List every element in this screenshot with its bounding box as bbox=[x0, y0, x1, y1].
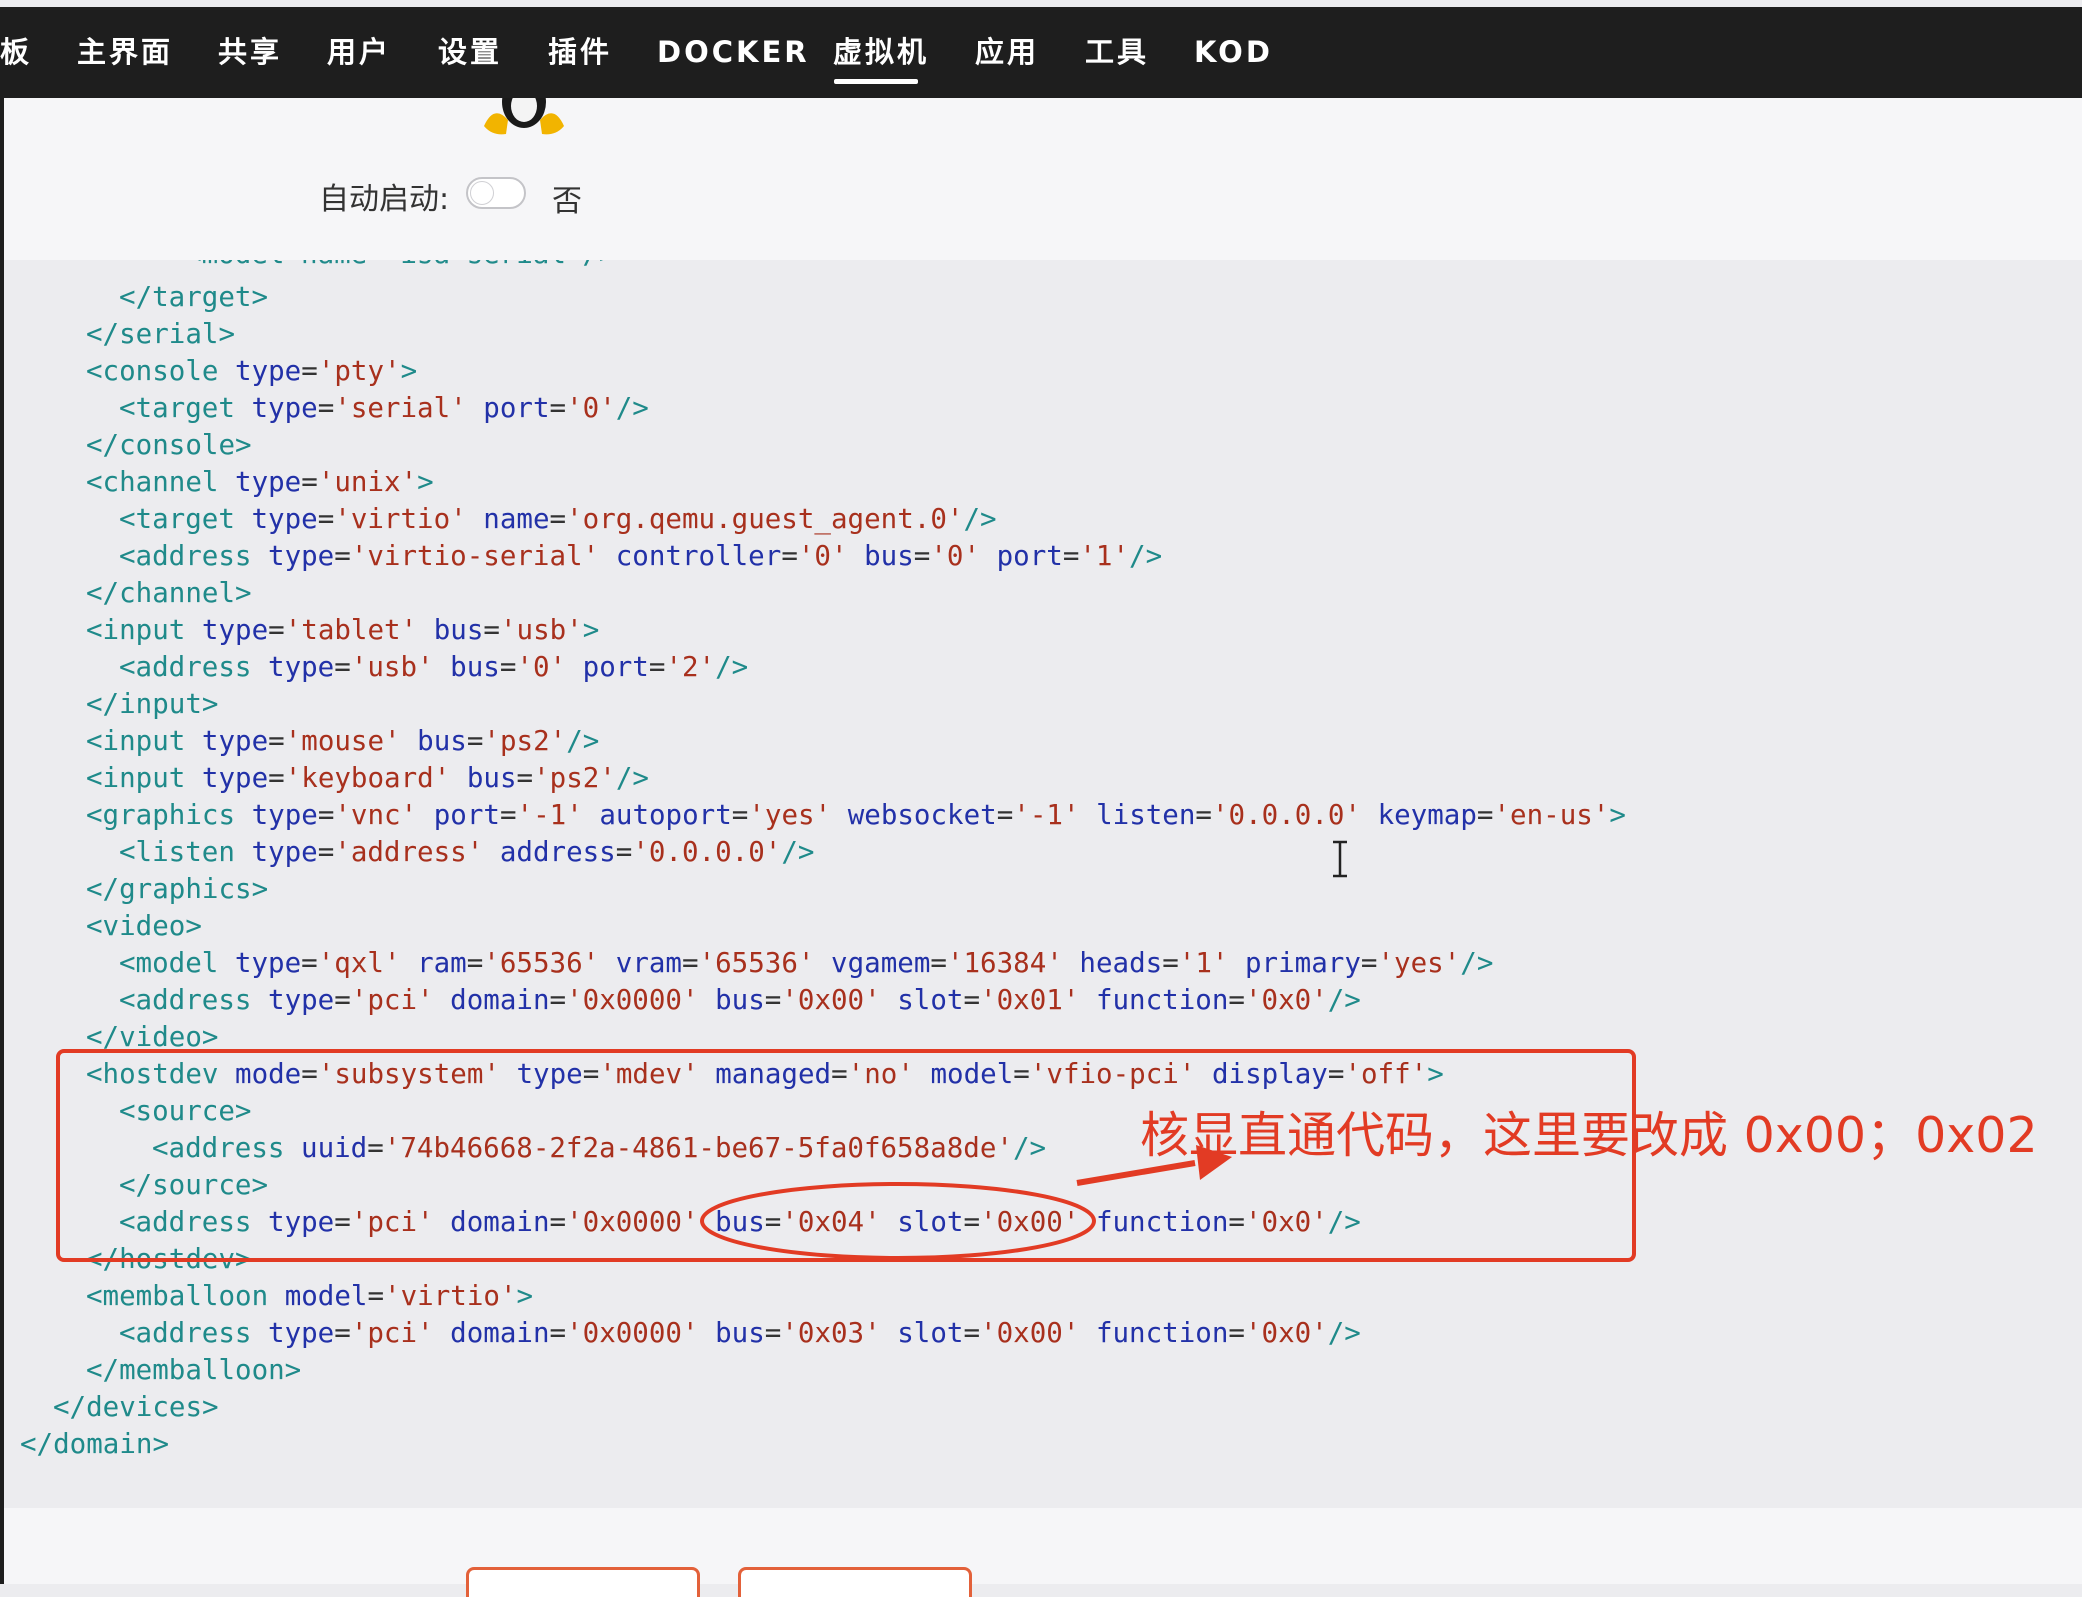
annotation-overlay bbox=[700, 840, 1347, 1260]
annotation-note: 核显直通代码，这里要改成 0x00；0x02 bbox=[1140, 1107, 2038, 1164]
highlight-ellipse bbox=[700, 1182, 1096, 1260]
text-cursor-icon bbox=[1333, 840, 1347, 878]
